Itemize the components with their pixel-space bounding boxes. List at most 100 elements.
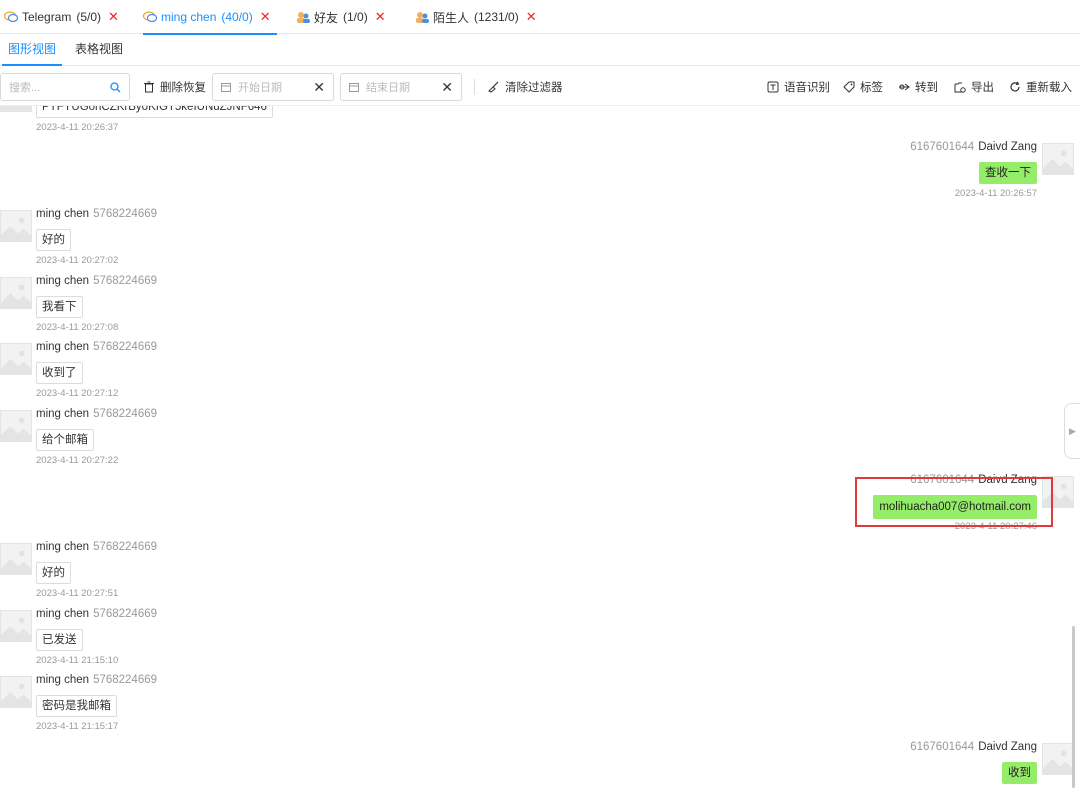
tab-count: (5/0) bbox=[76, 10, 102, 24]
avatar bbox=[0, 410, 32, 442]
forward-button[interactable]: 转到 bbox=[898, 78, 938, 96]
message-bubble[interactable]: 给个邮箱 bbox=[36, 429, 94, 451]
tag-label: 标签 bbox=[860, 82, 883, 94]
conversation-tabs: Telegram (5/0) ✕ ming chen (40/0) ✕ 好友 (1/0) ✕… bbox=[0, 0, 1080, 35]
message-bubble[interactable]: PTFYUGonCZKrByoKIGT5keIUNuZJNF646 bbox=[36, 106, 273, 118]
tab-label: 陌生人 bbox=[433, 10, 470, 25]
sender-line: ming chen 5768224669 bbox=[36, 208, 157, 220]
reload-button[interactable]: 重新载入 bbox=[1009, 78, 1072, 96]
tab-label: Telegram bbox=[22, 10, 72, 24]
end-date-field[interactable]: 结束日期 ✕ bbox=[340, 73, 462, 101]
sender-id: 5768224669 bbox=[93, 275, 158, 287]
side-panel-toggle[interactable]: ▶ bbox=[1064, 403, 1080, 459]
message-bubble[interactable]: 收到了 bbox=[36, 362, 83, 384]
sender-name: ming chen bbox=[36, 408, 90, 420]
voice-recognition-button[interactable]: 语音识别 bbox=[767, 78, 830, 96]
chat-bubbles-icon bbox=[143, 11, 157, 23]
tab-count: (1/0) bbox=[343, 10, 368, 24]
people-icon bbox=[297, 12, 310, 23]
image-placeholder-icon bbox=[1, 417, 31, 441]
scrollbar[interactable] bbox=[1072, 626, 1075, 788]
sender-line: ming chen 5768224669 bbox=[36, 408, 157, 420]
sender-id: 5768224669 bbox=[93, 541, 158, 553]
sender-id: 6167601644 bbox=[910, 141, 975, 153]
sender-id: 5768224669 bbox=[93, 608, 158, 620]
image-placeholder-icon bbox=[1, 683, 31, 707]
clear-icon[interactable]: ✕ bbox=[441, 79, 453, 96]
image-placeholder-icon bbox=[1043, 150, 1073, 174]
message-bubble[interactable]: 查收一下 bbox=[979, 162, 1037, 184]
tag-button[interactable]: 标签 bbox=[843, 78, 883, 96]
close-icon[interactable]: ✕ bbox=[260, 9, 271, 25]
message-bubble[interactable]: 我看下 bbox=[36, 296, 83, 318]
search-icon[interactable] bbox=[110, 82, 121, 93]
message-bubble[interactable]: 好的 bbox=[36, 562, 71, 584]
message-bubble[interactable]: 已发送 bbox=[36, 629, 83, 651]
avatar bbox=[0, 543, 32, 575]
start-date-field[interactable]: 开始日期 ✕ bbox=[212, 73, 334, 101]
sender-id: 5768224669 bbox=[93, 208, 158, 220]
tab-count: (40/0) bbox=[221, 10, 253, 24]
export-label: 导出 bbox=[971, 82, 994, 94]
close-icon[interactable]: ✕ bbox=[375, 9, 386, 25]
message-bubble[interactable]: 好的 bbox=[36, 229, 71, 251]
reload-icon bbox=[1010, 81, 1020, 92]
avatar bbox=[0, 277, 32, 309]
text-recognition-icon bbox=[767, 81, 779, 93]
tab-table-view[interactable]: 表格视图 bbox=[75, 34, 123, 66]
calendar-icon bbox=[349, 83, 359, 92]
message-time: 2023-4-11 20:27:22 bbox=[36, 455, 119, 466]
sender-line: ming chen 5768224669 bbox=[36, 341, 157, 353]
message-time: 2023-4-11 21:15:10 bbox=[36, 655, 119, 666]
sender-name: Daivd Zang bbox=[978, 741, 1037, 753]
message-bubble[interactable]: 密码是我邮箱 bbox=[36, 695, 117, 717]
clear-icon[interactable]: ✕ bbox=[313, 79, 325, 96]
calendar-icon bbox=[221, 83, 231, 92]
message-time: 2023-4-11 20:26:37 bbox=[36, 122, 119, 133]
clear-filter-label: 清除过滤器 bbox=[505, 82, 563, 94]
sender-line: ming chen 5768224669 bbox=[36, 674, 157, 686]
sender-id: 5768224669 bbox=[93, 674, 158, 686]
message-time: 2023-4-11 20:27:08 bbox=[36, 322, 119, 333]
tab-graph-view[interactable]: 图形视图 bbox=[1, 34, 63, 66]
sender-line: ming chen 5768224669 bbox=[36, 541, 157, 553]
export-button[interactable]: 导出 bbox=[954, 78, 994, 96]
avatar bbox=[1042, 143, 1074, 175]
message-bubble[interactable]: 收到 bbox=[1002, 762, 1037, 784]
voice-recognition-label: 语音识别 bbox=[784, 82, 830, 94]
tab-friends[interactable]: 好友 (1/0) ✕ bbox=[296, 0, 386, 34]
sender-line: ming chen 5768224669 bbox=[36, 608, 157, 620]
chat-bubbles-icon bbox=[4, 11, 18, 23]
sender-name: ming chen bbox=[36, 608, 90, 620]
avatar bbox=[0, 676, 32, 708]
close-icon[interactable]: ✕ bbox=[108, 9, 119, 25]
sender-name: ming chen bbox=[36, 674, 90, 686]
tab-strangers[interactable]: 陌生人 (1231/0) ✕ bbox=[415, 0, 537, 34]
avatar bbox=[0, 343, 32, 375]
toolbar: 搜索... 删除恢复 开始日期 ✕ 结束日期 ✕ 清除过滤器 语音识别 标签 转… bbox=[0, 66, 1080, 106]
export-icon bbox=[954, 82, 966, 93]
message-time: 2023-4-11 20:27:02 bbox=[36, 255, 119, 266]
sender-line: 6167601644 Daivd Zang bbox=[910, 141, 1037, 153]
sender-line: 6167601644 Daivd Zang bbox=[910, 741, 1037, 753]
tag-icon bbox=[843, 81, 855, 93]
delete-restore-button[interactable]: 删除恢复 bbox=[143, 78, 206, 96]
forward-label: 转到 bbox=[915, 82, 938, 94]
sender-name: ming chen bbox=[36, 541, 90, 553]
close-icon[interactable]: ✕ bbox=[526, 9, 537, 25]
view-tabs: 图形视图 表格视图 bbox=[0, 34, 1080, 66]
search-placeholder: 搜索... bbox=[9, 82, 41, 94]
toolbar-divider bbox=[474, 79, 475, 95]
search-input[interactable]: 搜索... bbox=[0, 73, 130, 101]
image-placeholder-icon bbox=[1, 550, 31, 574]
reload-label: 重新载入 bbox=[1026, 82, 1072, 94]
sender-id: 6167601644 bbox=[910, 741, 975, 753]
tab-label: ming chen bbox=[161, 10, 217, 24]
sender-id: 5768224669 bbox=[93, 408, 158, 420]
clear-filter-button[interactable]: 清除过滤器 bbox=[488, 78, 563, 96]
tab-telegram[interactable]: Telegram (5/0) ✕ bbox=[4, 0, 119, 34]
image-placeholder-icon bbox=[1, 617, 31, 641]
image-placeholder-icon bbox=[1043, 750, 1073, 774]
tab-ming-chen[interactable]: ming chen (40/0) ✕ bbox=[143, 0, 277, 35]
image-placeholder-icon bbox=[1, 106, 31, 111]
